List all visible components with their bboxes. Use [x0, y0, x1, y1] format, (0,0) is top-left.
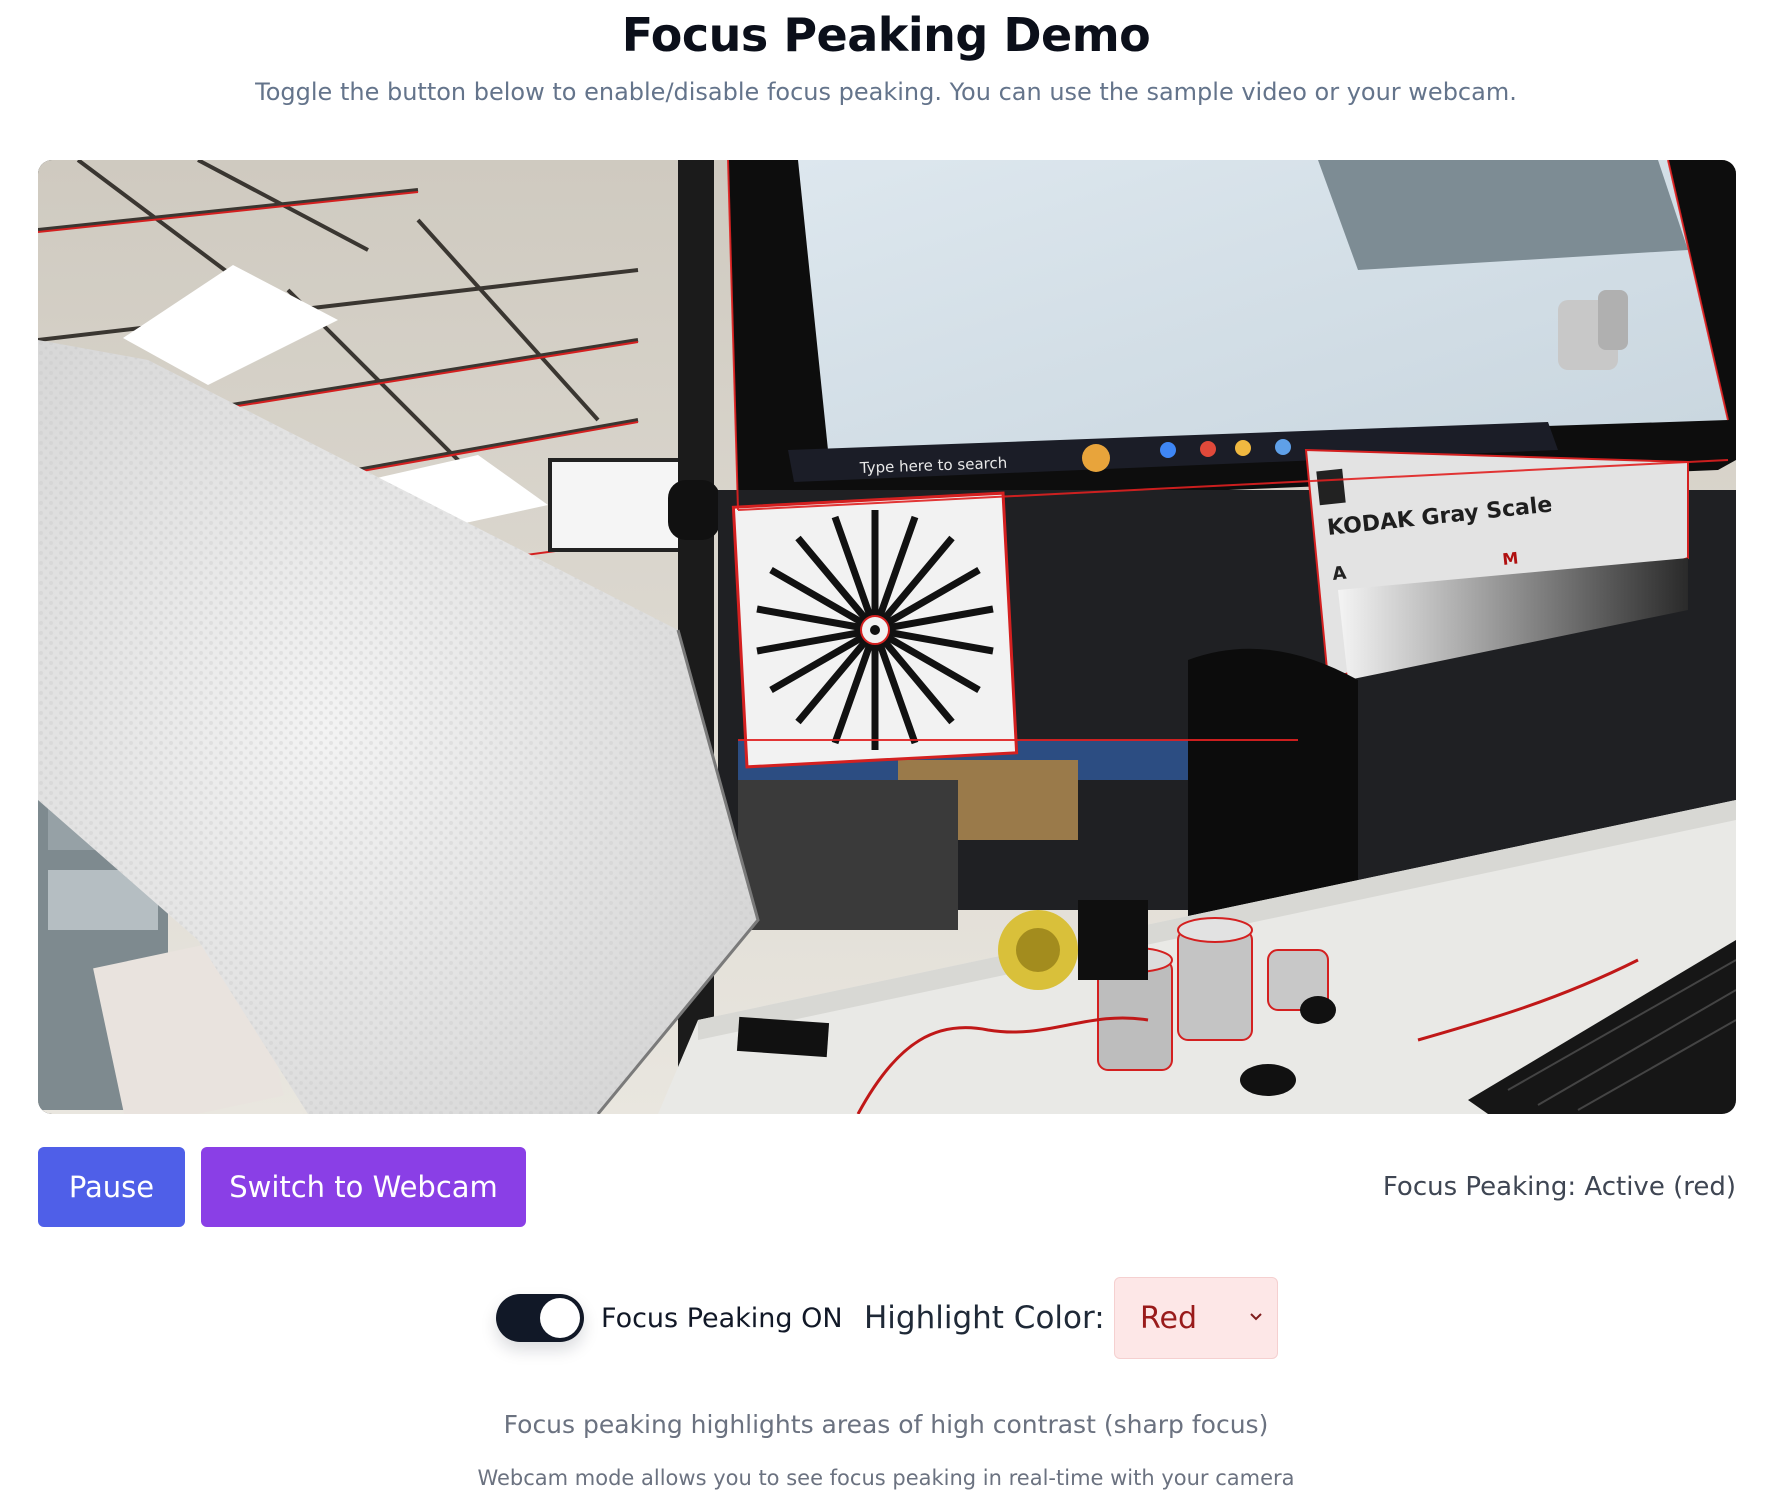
highlight-color-label: Highlight Color: [864, 1300, 1105, 1336]
switch-to-webcam-button[interactable]: Switch to Webcam [201, 1147, 526, 1227]
page-title: Focus Peaking Demo [621, 8, 1151, 62]
siemens-star-chart [731, 491, 1019, 769]
video-frame-image: Type here to search KODAK Gray Scale A M [38, 160, 1736, 1114]
highlight-color-select[interactable]: Red [1114, 1277, 1278, 1359]
player-controls: Pause Switch to Webcam Focus Peaking: Ac… [38, 1147, 1736, 1227]
toggle-knob [540, 1298, 580, 1338]
focus-peaking-toggle[interactable] [496, 1294, 584, 1342]
video-player[interactable]: Type here to search KODAK Gray Scale A M [38, 160, 1736, 1114]
highlight-color-value: Red [1140, 1300, 1197, 1336]
page-subtitle: Toggle the button below to enable/disabl… [255, 78, 1517, 106]
help-text-peaking: Focus peaking highlights areas of high c… [503, 1410, 1269, 1439]
office-chair [1188, 648, 1358, 920]
help-text-webcam: Webcam mode allows you to see focus peak… [477, 1466, 1295, 1490]
pause-button[interactable]: Pause [38, 1147, 185, 1227]
chart-letter: A [1331, 563, 1347, 585]
chevron-down-icon [1250, 1313, 1262, 1321]
focus-peaking-status: Focus Peaking: Active (red) [1382, 1172, 1736, 1202]
focus-peaking-toggle-label: Focus Peaking ON [601, 1302, 843, 1334]
background-monitor [548, 458, 682, 552]
settings-row: Focus Peaking ON Highlight Color: Red [0, 1275, 1772, 1361]
chart-marker: M [1501, 548, 1519, 569]
